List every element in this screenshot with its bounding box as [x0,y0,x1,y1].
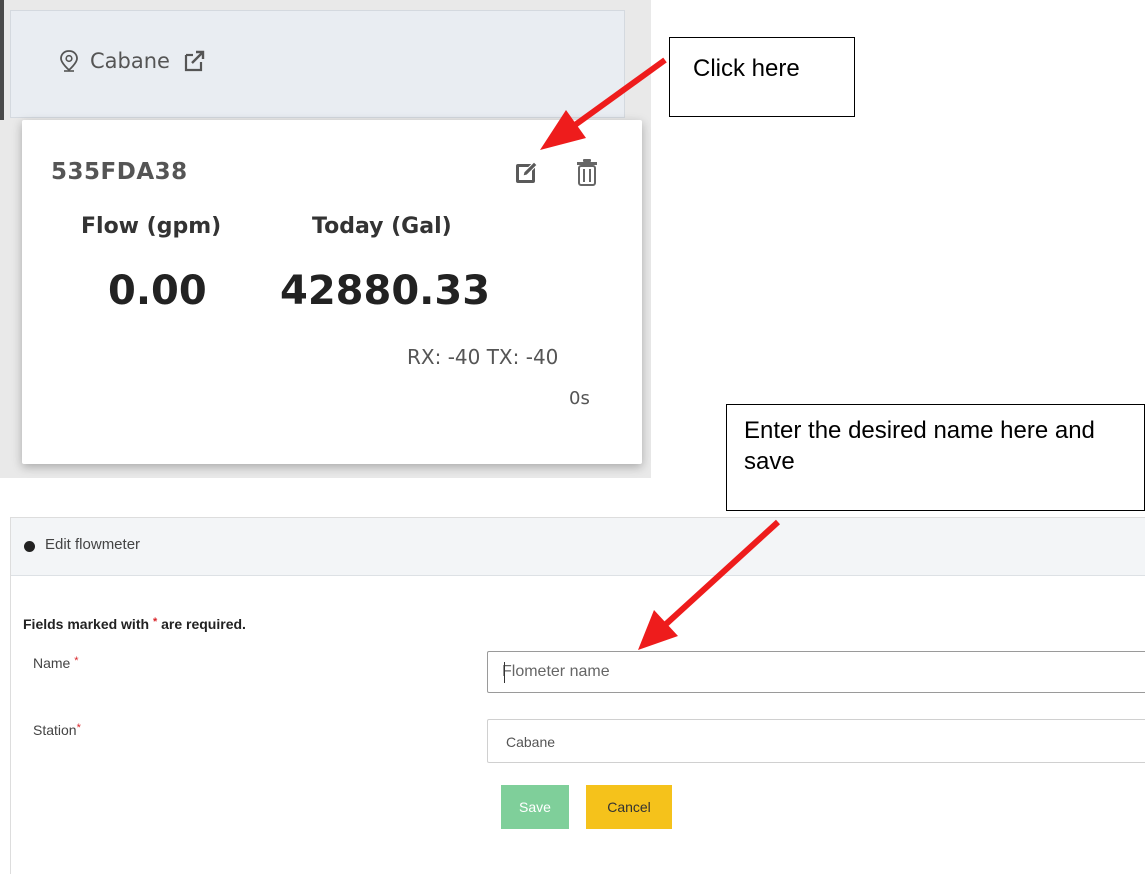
station-select[interactable]: Cabane [487,719,1145,763]
required-asterisk: * [152,616,158,628]
today-value: 42880.33 [280,268,491,314]
station-required-asterisk: * [76,722,81,734]
name-required-asterisk: * [74,655,79,667]
text-caret [504,662,505,683]
save-button[interactable]: Save [501,785,569,829]
station-label-text: Station [33,722,77,738]
station-header[interactable]: Cabane [10,10,625,118]
signal-strength: RX: -40 TX: -40 [407,345,559,369]
edit-icon[interactable] [514,159,540,185]
required-fields-note: Fields marked with * are required. [23,616,246,632]
required-note-prefix: Fields marked with [23,616,150,632]
last-update-age: 0s [569,388,590,409]
panel-header: Edit flowmeter [11,518,1145,576]
station-name: Cabane [90,49,170,73]
panel-title: Edit flowmeter [45,536,141,553]
device-id: 535FDA38 [51,159,188,185]
station-card-screenshot: Cabane 535FDA38 Flow (gpm) Today (Gal) 0… [0,0,651,478]
name-label: Name * [33,655,79,671]
map-pin-icon [60,50,78,72]
flow-value: 0.00 [108,268,207,314]
callout-click-here: Click here [669,37,855,117]
required-note-suffix: are required. [161,616,246,632]
edit-flowmeter-panel: Edit flowmeter Fields marked with * are … [10,517,1145,874]
name-label-text: Name [33,655,71,671]
callout-enter-name: Enter the desired name here and save [726,404,1145,511]
status-dot-icon [24,541,35,552]
cancel-button[interactable]: Cancel [586,785,672,829]
flowmeter-card: 535FDA38 Flow (gpm) Today (Gal) 0.00 428… [22,120,642,464]
today-label: Today (Gal) [312,214,452,239]
flow-label: Flow (gpm) [81,214,222,239]
trash-icon[interactable] [575,158,599,186]
external-link-icon[interactable] [182,49,206,73]
window-edge [0,0,4,120]
station-label: Station* [33,722,81,738]
flowmeter-name-input[interactable] [487,651,1145,693]
